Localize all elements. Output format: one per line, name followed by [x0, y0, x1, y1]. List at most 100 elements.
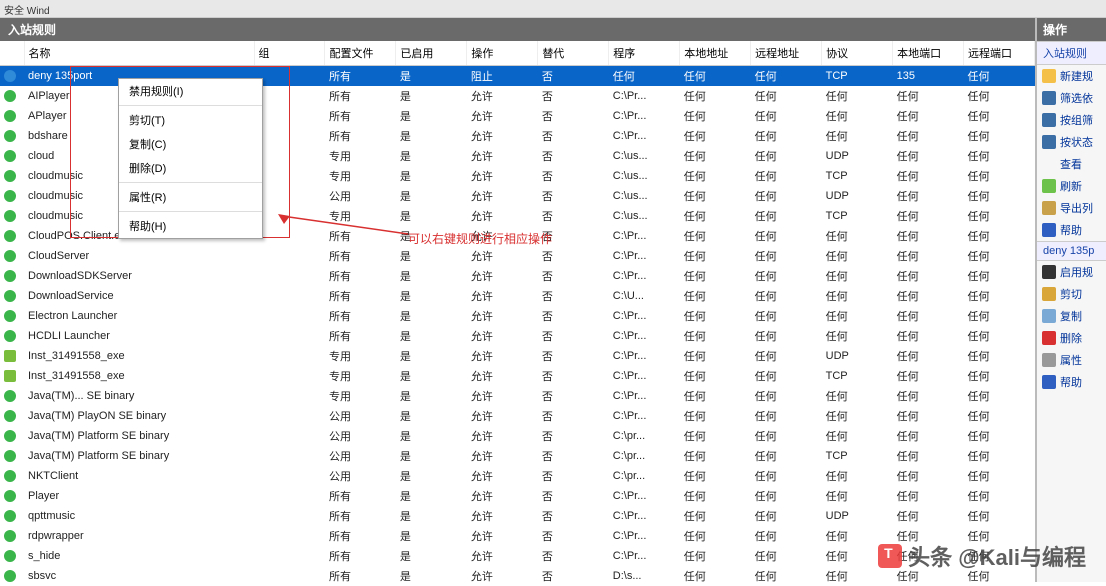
rule-status-icon [4, 230, 16, 242]
table-row[interactable]: qpttmusic所有是允许否C:\Pr...任何任何UDP任何任何 [0, 506, 1035, 526]
table-row[interactable]: NKTClient公用是允许否C:\pr...任何任何任何任何任何 [0, 466, 1035, 486]
action-item[interactable]: 帮助 [1037, 219, 1106, 241]
action-icon [1042, 223, 1056, 237]
column-header[interactable]: 操作 [467, 41, 538, 66]
cell-lp: 任何 [893, 426, 964, 446]
table-row[interactable]: DownloadSDKServer所有是允许否C:\Pr...任何任何任何任何任… [0, 266, 1035, 286]
cell-lp: 任何 [893, 406, 964, 426]
action-item[interactable]: 刷新 [1037, 175, 1106, 197]
column-header[interactable]: 本地地址 [680, 41, 751, 66]
rule-status-icon [4, 270, 16, 282]
cell-prof: 所有 [325, 306, 396, 326]
table-row[interactable]: Java(TM) Platform SE binary公用是允许否C:\pr..… [0, 426, 1035, 446]
cell-ra: 任何 [751, 546, 822, 566]
cell-en: 是 [396, 126, 467, 146]
cell-rp: 任何 [964, 486, 1035, 506]
table-header-row: 名称组配置文件已启用操作替代程序本地地址远程地址协议本地端口远程端口 [0, 41, 1035, 66]
cell-lp: 任何 [893, 246, 964, 266]
column-header[interactable]: 替代 [538, 41, 609, 66]
table-row[interactable]: CloudServer所有是允许否C:\Pr...任何任何任何任何任何 [0, 246, 1035, 266]
cell-prog: C:\Pr... [609, 126, 680, 146]
context-menu-item[interactable]: 禁用规则(I) [119, 79, 262, 103]
cell-lp: 任何 [893, 306, 964, 326]
action-item[interactable]: 按状态 [1037, 131, 1106, 153]
table-row[interactable]: Inst_31491558_exe专用是允许否C:\Pr...任何任何UDP任何… [0, 346, 1035, 366]
action-item[interactable]: 帮助 [1037, 371, 1106, 393]
cell-ra: 任何 [751, 146, 822, 166]
table-row[interactable]: Electron Launcher所有是允许否C:\Pr...任何任何任何任何任… [0, 306, 1035, 326]
cell-lp: 任何 [893, 466, 964, 486]
action-item[interactable]: 删除 [1037, 327, 1106, 349]
column-header[interactable]: 本地端口 [893, 41, 964, 66]
action-icon [1042, 179, 1056, 193]
context-menu-item[interactable]: 属性(R) [119, 185, 262, 209]
column-header[interactable]: 组 [254, 41, 325, 66]
cell-act: 允许 [467, 246, 538, 266]
rule-status-icon [4, 110, 16, 122]
action-label: 帮助 [1060, 222, 1082, 238]
cell-proto: 任何 [822, 226, 893, 246]
table-row[interactable]: Java(TM)... SE binary专用是允许否C:\Pr...任何任何任… [0, 386, 1035, 406]
context-menu-item[interactable]: 剪切(T) [119, 108, 262, 132]
cell-repl: 否 [538, 106, 609, 126]
context-menu-item[interactable]: 删除(D) [119, 156, 262, 180]
action-label: 启用规 [1060, 264, 1093, 280]
cell-la: 任何 [680, 546, 751, 566]
action-item[interactable]: 剪切 [1037, 283, 1106, 305]
rule-status-icon [4, 430, 16, 442]
cell-grp [254, 486, 325, 506]
cell-rp: 任何 [964, 446, 1035, 466]
table-row[interactable]: Player所有是允许否C:\Pr...任何任何任何任何任何 [0, 486, 1035, 506]
cell-prog: C:\us... [609, 146, 680, 166]
table-row[interactable]: DownloadService所有是允许否C:\U...任何任何任何任何任何 [0, 286, 1035, 306]
cell-en: 是 [396, 166, 467, 186]
table-row[interactable]: HCDLI Launcher所有是允许否C:\Pr...任何任何任何任何任何 [0, 326, 1035, 346]
column-header[interactable]: 程序 [609, 41, 680, 66]
action-item[interactable]: 复制 [1037, 305, 1106, 327]
action-item[interactable]: 新建规 [1037, 65, 1106, 87]
action-item[interactable]: 导出列 [1037, 197, 1106, 219]
context-menu-item[interactable]: 帮助(H) [119, 214, 262, 238]
action-item[interactable]: 启用规 [1037, 261, 1106, 283]
action-item[interactable]: 按组筛 [1037, 109, 1106, 131]
action-label: 刷新 [1060, 178, 1082, 194]
cell-prog: C:\Pr... [609, 346, 680, 366]
cell-en: 是 [396, 566, 467, 586]
context-menu[interactable]: 禁用规则(I) 剪切(T)复制(C)删除(D) 属性(R) 帮助(H) [118, 78, 263, 239]
rule-status-icon [4, 510, 16, 522]
table-row[interactable]: Java(TM) PlayON SE binary公用是允许否C:\Pr...任… [0, 406, 1035, 426]
cell-prof: 所有 [325, 66, 396, 87]
cell-rp: 任何 [964, 266, 1035, 286]
column-header[interactable]: 已启用 [396, 41, 467, 66]
table-row[interactable]: Java(TM) Platform SE binary公用是允许否C:\pr..… [0, 446, 1035, 466]
rule-status-icon [4, 370, 16, 382]
cell-name: Java(TM) Platform SE binary [24, 426, 254, 446]
cell-grp [254, 546, 325, 566]
cell-la: 任何 [680, 166, 751, 186]
table-row[interactable]: Inst_31491558_exe专用是允许否C:\Pr...任何任何TCP任何… [0, 366, 1035, 386]
column-header[interactable]: 名称 [24, 41, 254, 66]
context-menu-item[interactable]: 复制(C) [119, 132, 262, 156]
column-header[interactable]: 配置文件 [325, 41, 396, 66]
action-item[interactable]: 属性 [1037, 349, 1106, 371]
cell-repl: 否 [538, 186, 609, 206]
column-header[interactable]: 远程端口 [964, 41, 1035, 66]
cell-prof: 所有 [325, 86, 396, 106]
column-header[interactable]: 远程地址 [751, 41, 822, 66]
cell-lp: 任何 [893, 506, 964, 526]
cell-prof: 专用 [325, 146, 396, 166]
cell-prog: C:\Pr... [609, 406, 680, 426]
cell-act: 允许 [467, 446, 538, 466]
cell-prof: 所有 [325, 266, 396, 286]
column-header[interactable]: 协议 [822, 41, 893, 66]
cell-act: 阻止 [467, 66, 538, 87]
action-icon [1042, 69, 1056, 83]
cell-la: 任何 [680, 506, 751, 526]
cell-name: Player [24, 486, 254, 506]
cell-en: 是 [396, 306, 467, 326]
cell-prof: 所有 [325, 246, 396, 266]
action-label: 导出列 [1060, 200, 1093, 216]
action-item[interactable]: 筛选依 [1037, 87, 1106, 109]
cell-rp: 任何 [964, 206, 1035, 226]
action-item[interactable]: 查看 [1037, 153, 1106, 175]
